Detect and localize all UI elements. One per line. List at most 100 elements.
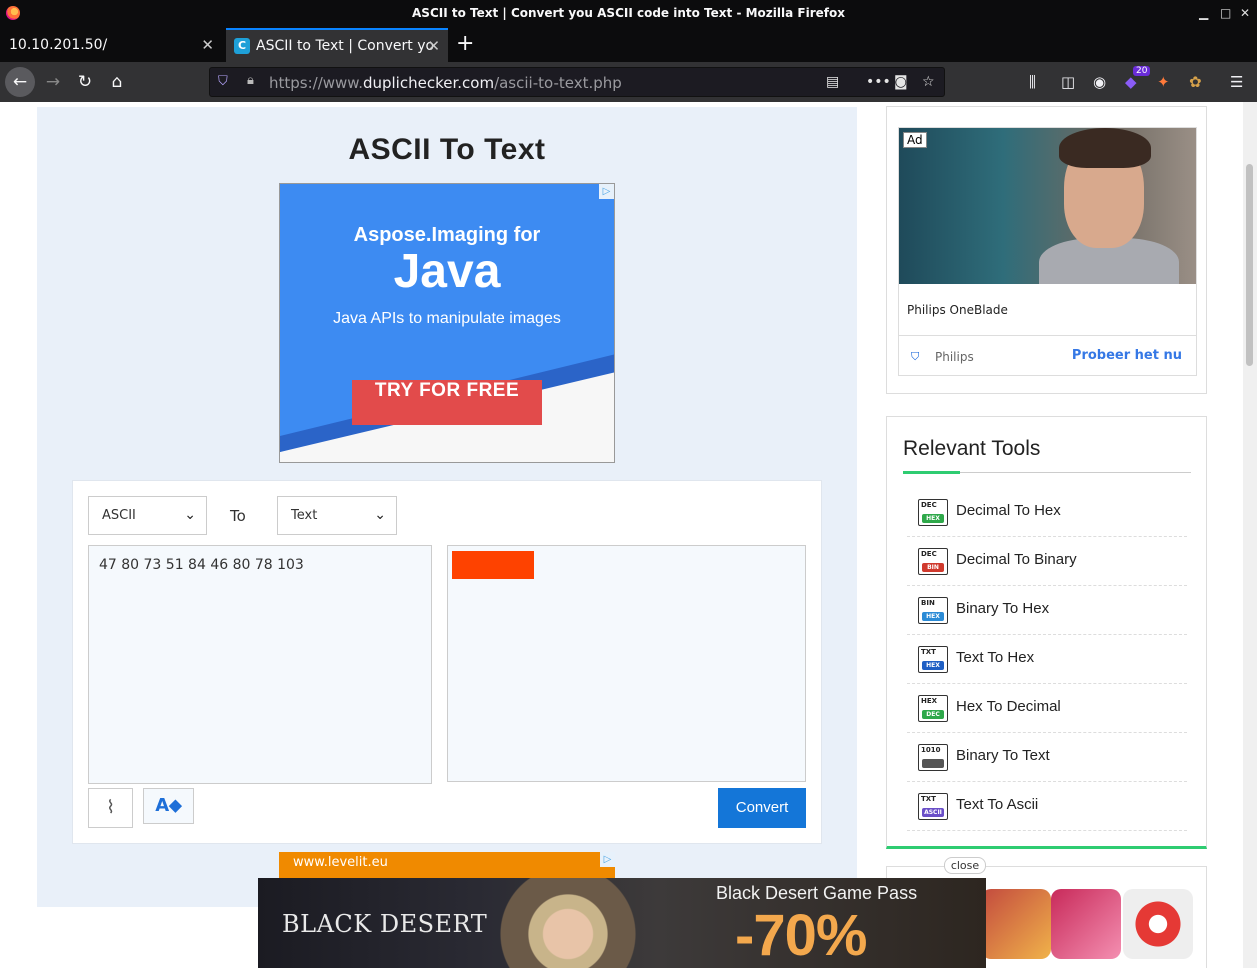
page-actions-icon[interactable]: ••• <box>866 74 891 90</box>
icon-top-text: BIN <box>921 599 935 607</box>
account-icon[interactable]: ◉ <box>1093 73 1106 91</box>
tool-item-label[interactable]: Binary To Hex <box>956 600 1049 617</box>
ascii-input-textarea[interactable]: 47 80 73 51 84 46 80 78 103 <box>88 545 432 784</box>
duplichecker-favicon-icon: C <box>234 38 250 54</box>
reload-icon[interactable]: ↻ <box>71 68 99 96</box>
relevant-tools-heading: Relevant Tools <box>903 437 1041 460</box>
tool-conversion-icon: BIN HEX <box>918 597 948 624</box>
black-desert-logo: BLACK DESERT <box>282 910 488 938</box>
convert-button[interactable]: Convert <box>718 788 806 828</box>
ad-discount: -70% <box>735 903 867 968</box>
ad-advertiser: Philips <box>935 350 974 364</box>
ad-cta-link[interactable]: Probeer het nu <box>1072 348 1182 363</box>
close-ad-button[interactable]: close <box>944 857 986 874</box>
tool-item-label[interactable]: Binary To Text <box>956 747 1050 764</box>
library-icon[interactable]: ⫼ <box>1029 73 1036 91</box>
tool-conversion-icon: 1010 <box>918 744 948 771</box>
from-format-value: ASCII <box>102 508 136 523</box>
tool-conversion-icon: DEC BIN <box>918 548 948 575</box>
tool-item-label[interactable]: Hex To Decimal <box>956 698 1061 715</box>
tool-item-label[interactable]: Text To Ascii <box>956 796 1038 813</box>
ad-strip-text: www.levelit.eu <box>293 855 388 870</box>
adchoices-icon[interactable]: ▷ <box>599 184 614 199</box>
attach-file-icon[interactable]: ⌇ <box>88 788 133 828</box>
extension-2-icon[interactable]: ✿ <box>1189 73 1202 91</box>
hamburger-menu-icon[interactable]: ☰ <box>1230 73 1243 91</box>
url-text[interactable]: https://www.duplichecker.com/ascii-to-te… <box>269 74 622 92</box>
tab-close-icon[interactable]: ✕ <box>201 28 214 62</box>
icon-bottom-text: DEC <box>922 710 944 719</box>
icon-top-text: DEC <box>921 550 937 558</box>
tab-label: 10.10.201.50/ <box>9 37 108 53</box>
tool-item[interactable]: TXT HEX Text To Hex <box>907 635 1187 684</box>
relevant-tools-card: Relevant Tools DEC HEX Decimal To Hex DEC BI… <box>886 416 1207 849</box>
icon-bottom-text: HEX <box>922 514 944 523</box>
navigation-toolbar: ← → ↻ ⌂ ⛉ 🔒︎ https://www.duplichecker.co… <box>0 62 1257 102</box>
divider <box>899 335 1196 336</box>
forward-arrow-icon[interactable]: → <box>39 68 67 96</box>
game-tile[interactable] <box>981 889 1051 959</box>
ad-person-hair <box>1059 128 1151 168</box>
icon-bottom-text: HEX <box>922 612 944 621</box>
tool-item[interactable]: DEC HEX Decimal To Hex <box>907 488 1187 537</box>
scrollbar-thumb[interactable] <box>1246 164 1253 366</box>
tool-conversion-icon: HEX DEC <box>918 695 948 722</box>
minimize-icon[interactable]: ▁ <box>1199 6 1208 20</box>
adchoices-icon[interactable]: ▷ <box>600 852 615 867</box>
reader-view-icon[interactable]: ▤ <box>826 74 839 90</box>
tool-item[interactable]: 1010 Binary To Text <box>907 733 1187 782</box>
philips-shield-icon: ⛉ <box>911 350 920 363</box>
philips-ad-card[interactable]: Ad Philips OneBlade ⛉ Philips Probeer he… <box>898 127 1197 376</box>
converter-box: ASCII ⌄ To Text ⌄ 47 80 73 51 84 46 80 7… <box>72 480 822 844</box>
ad-headline: Black Desert Game Pass <box>716 883 918 903</box>
tab-close-icon[interactable]: ✕ <box>427 30 440 62</box>
icon-top-text: TXT <box>921 795 936 803</box>
window-titlebar: ASCII to Text | Convert you ASCII code i… <box>0 0 1257 28</box>
black-desert-ad[interactable]: BLACK DESERT Black Desert Game Pass -70% <box>258 878 986 968</box>
to-label: To <box>230 507 246 525</box>
bookmark-star-icon[interactable]: ☆ <box>922 74 935 90</box>
ad-cta-button[interactable]: TRY FOR FREE <box>352 380 542 425</box>
from-format-select[interactable]: ASCII ⌄ <box>88 496 207 535</box>
lock-icon[interactable]: 🔒︎ <box>247 73 254 88</box>
url-bar[interactable]: ⛉ 🔒︎ https://www.duplichecker.com/ascii-… <box>209 67 945 97</box>
tool-item[interactable]: DEC BIN Decimal To Binary <box>907 537 1187 586</box>
tab-10-10-201-50[interactable]: 10.10.201.50/ ✕ <box>0 28 222 62</box>
game-tile[interactable] <box>1123 889 1193 959</box>
maximize-icon[interactable]: □ <box>1220 6 1231 20</box>
clear-text-icon[interactable]: A⬥ <box>143 788 194 824</box>
tool-item-label[interactable]: Decimal To Binary <box>956 551 1077 568</box>
tab-ascii-to-text[interactable]: C ASCII to Text | Convert yo ✕ <box>226 28 448 62</box>
to-format-select[interactable]: Text ⌄ <box>277 496 397 535</box>
game-tile[interactable] <box>1051 889 1121 959</box>
extension-badge: 20 <box>1133 66 1151 76</box>
ad-line-2: Java <box>393 245 501 298</box>
tool-conversion-icon: TXT HEX <box>918 646 948 673</box>
pocket-icon[interactable]: ◙ <box>894 74 908 90</box>
text-output-textarea[interactable] <box>447 545 806 782</box>
foxyproxy-icon[interactable]: ✦ <box>1157 73 1170 91</box>
chevron-down-icon: ⌄ <box>184 507 196 523</box>
tracking-shield-icon[interactable]: ⛉ <box>218 74 232 90</box>
tool-item-label[interactable]: Text To Hex <box>956 649 1034 666</box>
page-title: ASCII To Text <box>348 133 546 166</box>
tab-bar: 10.10.201.50/ ✕ C ASCII to Text | Conver… <box>0 28 1257 62</box>
redacted-output <box>452 551 534 579</box>
to-format-value: Text <box>291 508 318 523</box>
new-tab-icon[interactable]: + <box>456 28 474 60</box>
icon-bottom-text: BIN <box>922 563 944 572</box>
ad-character-image <box>478 878 658 968</box>
tool-item[interactable]: BIN HEX Binary To Hex <box>907 586 1187 635</box>
back-arrow-icon[interactable]: ← <box>5 67 35 97</box>
heading-accent <box>903 471 960 474</box>
philips-ad[interactable]: Ad Philips OneBlade ⛉ Philips Probeer he… <box>886 106 1207 394</box>
tool-conversion-icon: TXT ASCII <box>918 793 948 820</box>
aspose-ad[interactable]: ▷ Aspose.Imaging for Java Java APIs to m… <box>279 183 615 463</box>
tool-item-label[interactable]: Decimal To Hex <box>956 502 1061 519</box>
page-scrollbar[interactable] <box>1243 102 1257 968</box>
tool-item[interactable]: HEX DEC Hex To Decimal <box>907 684 1187 733</box>
tool-item[interactable]: TXT ASCII Text To Ascii <box>907 782 1187 831</box>
close-window-icon[interactable]: ✕ <box>1240 6 1250 20</box>
sidebar-icon[interactable]: ◫ <box>1061 73 1075 91</box>
home-icon[interactable]: ⌂ <box>103 68 131 96</box>
